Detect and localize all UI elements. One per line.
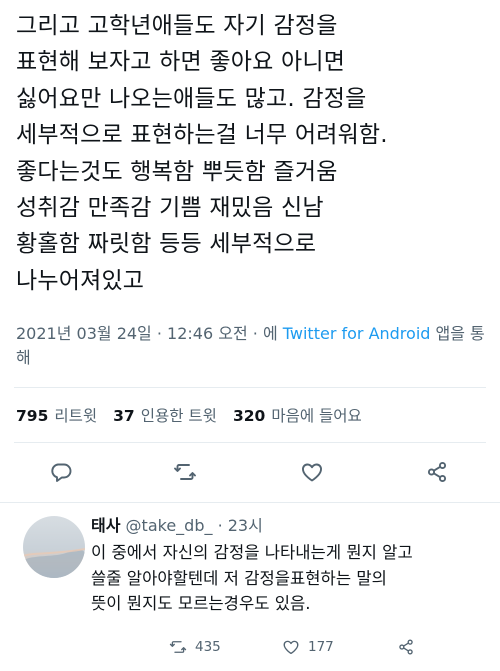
reply-author-name[interactable]: 태사 [91, 516, 120, 535]
source-link[interactable]: Twitter for Android [283, 324, 431, 343]
reply-header: 태사 @take_db_ · 23시 [91, 516, 263, 536]
tweet-line: 표현해 보자고 하면 좋아요 아니면 [16, 49, 346, 76]
retweet-icon [174, 464, 196, 480]
retweet-icon [169, 641, 187, 653]
tweet-line: 그리고 고학년애들도 자기 감정을 [16, 13, 338, 39]
reply-like-button[interactable]: 177 [282, 636, 334, 658]
retweets-count: 795 [16, 407, 49, 425]
reply-retweet-count: 435 [195, 639, 221, 655]
tweet-line: 나누어져있고 [16, 267, 145, 294]
meta-separator: · [212, 516, 228, 535]
tweet-date[interactable]: 2021년 03월 24일 [16, 324, 152, 343]
reply-author-handle[interactable]: @take_db_ [126, 516, 213, 535]
reply-line: 뜻이 뭔지도 모르는경우도 있음. [91, 594, 311, 613]
likes-label: 마음에 들어요 [271, 407, 362, 425]
reply-like-count: 177 [308, 639, 334, 655]
divider [14, 442, 486, 443]
tweet-line: 황홀함 짜릿함 등등 세부적으로 [16, 231, 317, 258]
quotes-label: 인용한 트윗 [140, 407, 217, 425]
tweet-line: 성취감 만족감 기쁨 재밌음 신남 [16, 195, 324, 222]
avatar-image [23, 516, 85, 578]
like-button[interactable] [296, 456, 328, 488]
reply-button[interactable] [45, 456, 77, 488]
divider [14, 387, 486, 388]
reply-actions: 435 177 [91, 636, 491, 660]
quotes-stat[interactable]: 37 인용한 트윗 [113, 407, 217, 425]
tweet-line: 좋다는것도 행복함 뿌듯함 즐거움 [16, 158, 338, 185]
likes-stat[interactable]: 320 마음에 들어요 [233, 407, 362, 425]
tweet-text: 그리고 고학년애들도 자기 감정을 표현해 보자고 하면 좋아요 아니면 싫어요… [16, 8, 488, 299]
tweet-line: 싫어요만 나오는애들도 많고. 감정을 [16, 85, 367, 112]
divider [0, 502, 500, 503]
reply-timestamp[interactable]: 23시 [228, 516, 263, 535]
retweets-label: 리트윗 [54, 407, 98, 425]
tweet-actions [0, 456, 500, 488]
meta-separator: · [151, 324, 168, 343]
quotes-count: 37 [113, 407, 135, 425]
tweet-meta: 2021년 03월 24일 · 12:46 오전 · 에 Twitter for… [16, 322, 486, 370]
heart-icon [302, 463, 322, 482]
reply-line: 쓸줄 알아야할텐데 저 감정을표현하는 말의 [91, 568, 387, 588]
reply-share-button[interactable] [397, 636, 423, 658]
reply-retweet-button[interactable]: 435 [169, 636, 221, 658]
avatar[interactable] [23, 516, 85, 578]
retweet-button[interactable] [169, 456, 201, 488]
likes-count: 320 [232, 407, 266, 425]
reply-text: 이 중에서 자신의 감정을 나타내는게 뭔지 알고 쓸줄 알아야할텐데 저 감정… [91, 540, 491, 617]
via-label: 에 [262, 324, 283, 343]
tweet-line: 세부적으로 표현하는걸 너무 어려워함. [16, 122, 388, 149]
meta-separator: · [247, 324, 263, 343]
reply-icon [51, 463, 72, 482]
share-button[interactable] [421, 456, 453, 488]
share-icon [427, 461, 447, 483]
share-icon [399, 639, 413, 655]
reply-line: 이 중에서 자신의 감정을 나타내는게 뭔지 알고 [91, 543, 413, 562]
tweet-time[interactable]: 12:46 오전 [167, 324, 248, 343]
heart-icon [283, 640, 299, 655]
tweet-stats: 795 리트윗 37 인용한 트윗 320 마음에 들어요 [16, 406, 378, 426]
retweets-stat[interactable]: 795 리트윗 [16, 407, 97, 425]
